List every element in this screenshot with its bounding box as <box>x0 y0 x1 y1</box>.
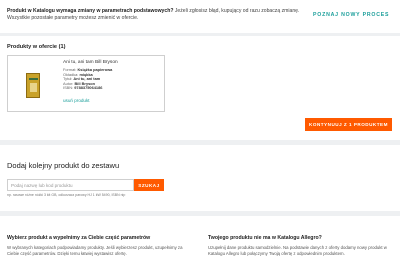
product-card: Ani tu, ani tam Bill Bryson Format: Ksią… <box>7 55 165 112</box>
product-cover-image <box>26 73 40 98</box>
offer-products-title: Produkty w ofercie (1) <box>7 44 66 50</box>
add-product-title: Dodaj kolejny produkt do zestawu <box>7 161 120 170</box>
add-product-band <box>0 145 400 211</box>
product-search-input[interactable]: Podaj nazwę lub kod produktu <box>7 179 134 191</box>
search-hint: np. rasowe różne nóżki 3 kit GB, odkurza… <box>7 193 126 197</box>
product-attribute-row: ISBN: 9788375064186 <box>63 85 103 91</box>
catalog-notice: Produkt w Katalogu wymaga zmiany w param… <box>7 8 302 21</box>
missing-product-text: Uzupełnij dane produktu samodzielnie. Na… <box>208 245 387 256</box>
product-title: Ani tu, ani tam Bill Bryson <box>63 60 118 65</box>
choose-product-title: Wybierz produkt a wypełnimy za Ciebie cz… <box>7 235 151 241</box>
search-button[interactable]: SZUKAJ <box>134 179 164 191</box>
info-band <box>0 216 400 266</box>
continue-button[interactable]: KONTYNUUJ Z 1 PRODUKTEM <box>305 118 392 131</box>
remove-product-link[interactable]: usuń produkt <box>63 98 90 103</box>
notice-title: Produkt w Katalogu wymaga zmiany w param… <box>7 8 174 14</box>
missing-product-title: Twojego produktu nie ma w Katalogu Alleg… <box>208 235 322 241</box>
product-attributes: Format: Książka papierowa Okładka: miękk… <box>63 67 112 91</box>
choose-product-text: W wybranych kategoriach podpowiadamy pro… <box>7 245 183 256</box>
learn-new-process-link[interactable]: POZNAJ NOWY PROCES <box>313 12 389 18</box>
